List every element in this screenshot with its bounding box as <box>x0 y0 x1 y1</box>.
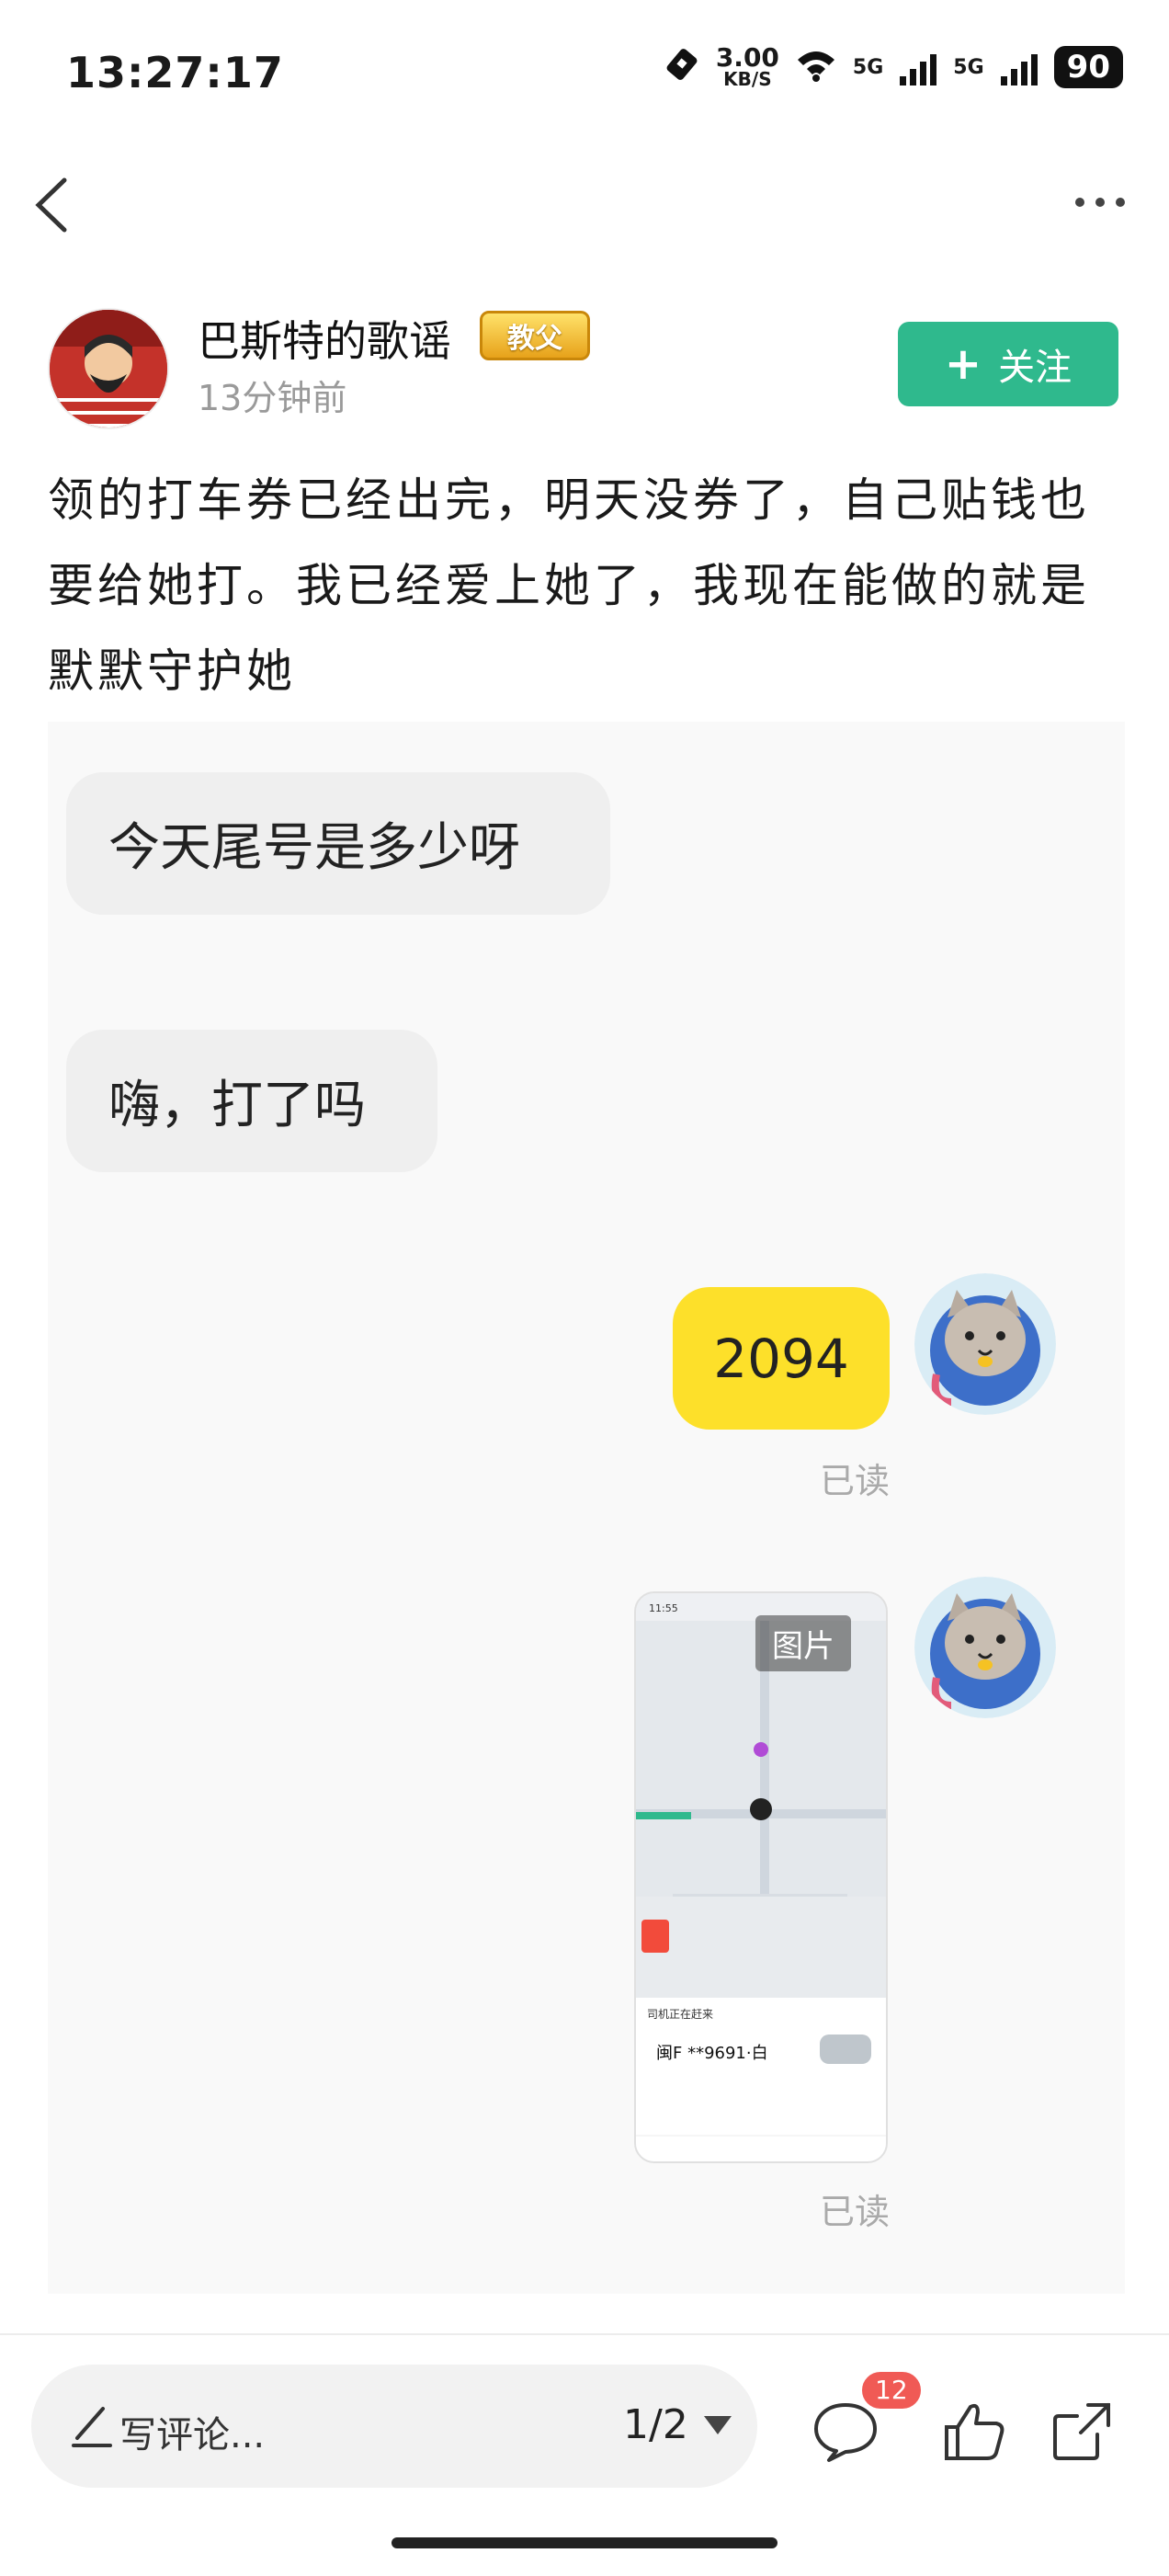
plus-icon: + <box>944 338 982 390</box>
status-icons: 3.00 KB/S 5G 5G 90 <box>666 42 1123 90</box>
signal-icon-2 <box>1000 49 1038 85</box>
svg-text:司机正在赶来: 司机正在赶来 <box>647 2008 713 2021</box>
battery-indicator: 90 <box>1053 46 1123 88</box>
chat-avatar <box>914 1273 1056 1415</box>
dot-icon <box>1095 198 1105 207</box>
thumbs-up-icon <box>945 2403 1004 2460</box>
like-button[interactable] <box>937 2394 1011 2468</box>
more-options-button[interactable] <box>1068 184 1132 221</box>
svg-text:11:55: 11:55 <box>649 1602 678 1614</box>
share-button[interactable] <box>1044 2394 1118 2468</box>
network-type-2: 5G <box>953 55 984 79</box>
wifi-icon <box>796 49 836 85</box>
author-name[interactable]: 巴斯特的歌谣 <box>198 308 451 369</box>
nfc-icon <box>666 47 699 87</box>
chat-image-thumbnail[interactable]: 11:55 司机正在赶来 闽F **9691·白 <box>634 1591 888 2163</box>
network-speed: 3.00 KB/S <box>715 42 779 90</box>
read-status: 已读 <box>820 1461 891 1501</box>
chat-bubble-left: 嗨，打了吗 <box>66 1030 437 1172</box>
home-indicator[interactable] <box>392 2537 777 2548</box>
status-time: 13:27:17 <box>66 48 284 97</box>
post-time: 13分钟前 <box>198 378 347 418</box>
back-button[interactable] <box>28 173 83 237</box>
post-body-text: 领的打车券已经出完，明天没券了，自己贴钱也要给她打。我已经爱上她了，我现在能做的… <box>48 473 1090 698</box>
pencil-icon <box>70 2401 114 2449</box>
chevron-left-icon <box>35 177 67 233</box>
follow-label: 关注 <box>998 347 1073 389</box>
follow-button[interactable]: + 关注 <box>898 322 1118 406</box>
signal-icon-1 <box>900 49 937 85</box>
chat-avatar <box>914 1577 1056 1718</box>
author-avatar[interactable] <box>48 308 169 429</box>
author-badge: 教父 <box>480 311 590 360</box>
read-status: 已读 <box>820 2192 891 2232</box>
comment-placeholder: 写评论... <box>119 2414 266 2456</box>
chat-bubble-left: 今天尾号是多少呀 <box>66 772 610 915</box>
dot-icon <box>1116 198 1125 207</box>
svg-text:闽F **9691·白: 闽F **9691·白 <box>656 2044 768 2063</box>
page-indicator[interactable]: 1/2 <box>623 2401 688 2448</box>
chat-bubble-right: 2094 <box>673 1287 890 1430</box>
caret-down-icon[interactable] <box>704 2416 732 2434</box>
comment-count-badge: 12 <box>859 2369 924 2411</box>
image-label: 图片 <box>755 1615 851 1671</box>
share-icon <box>1053 2403 1110 2460</box>
network-type-1: 5G <box>852 55 884 79</box>
dot-icon <box>1075 198 1084 207</box>
post-image[interactable]: 今天尾号是多少呀 嗨，打了吗 2094 已读 11:55 司机正在赶来 闽F *… <box>48 722 1125 2294</box>
